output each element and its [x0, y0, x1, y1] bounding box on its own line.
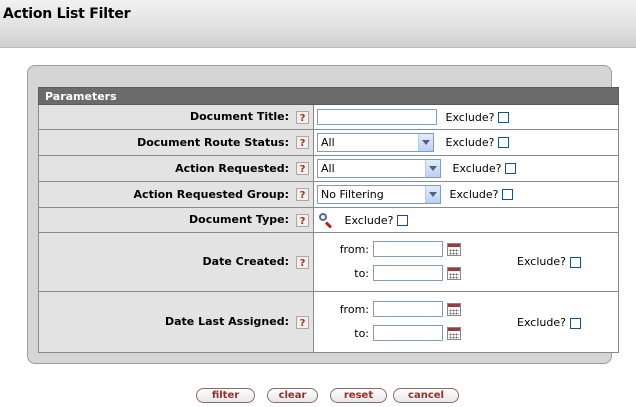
parameters-header: Parameters	[38, 87, 619, 105]
action-requested-group-select[interactable]: No Filtering	[317, 185, 441, 204]
action-requested-select[interactable]: All	[317, 159, 441, 178]
document-title-input[interactable]	[317, 109, 437, 125]
date-created-exclude-checkbox[interactable]	[569, 256, 581, 268]
help-icon[interactable]: ?	[296, 136, 309, 150]
action-requested-value: All	[321, 162, 335, 175]
chevron-down-icon[interactable]	[425, 160, 440, 177]
document-route-status-exclude-checkbox[interactable]	[498, 137, 510, 148]
exclude-label: Exclude?	[445, 110, 495, 124]
row-document-type: Document Type:? Exclude?	[38, 207, 619, 233]
date-created-from-label: from:	[339, 242, 369, 256]
date-last-assigned-exclude-checkbox[interactable]	[569, 317, 581, 329]
help-icon[interactable]: ?	[296, 188, 309, 202]
filter-button[interactable]: filter	[196, 388, 255, 403]
date-created-label: Date Created:	[202, 255, 289, 269]
reset-button[interactable]: reset	[330, 388, 387, 403]
row-document-title: Document Title:? Exclude?	[38, 104, 619, 130]
exclude-label: Exclude?	[449, 188, 499, 201]
document-route-status-label: Document Route Status:	[137, 135, 289, 149]
row-date-last-assigned: Date Last Assigned:? from: to: Exclude?	[38, 291, 619, 353]
calendar-icon[interactable]	[447, 242, 461, 256]
document-title-label: Document Title:	[189, 110, 289, 124]
calendar-icon[interactable]	[447, 302, 461, 316]
row-date-created: Date Created:? from: to: Exclude?	[38, 232, 619, 292]
calendar-icon[interactable]	[447, 266, 461, 280]
date-last-assigned-from-input[interactable]	[373, 301, 443, 317]
row-action-requested: Action Requested:? All Exclude?	[38, 155, 619, 182]
clear-button[interactable]: clear	[267, 388, 318, 403]
chevron-down-icon[interactable]	[425, 186, 440, 203]
parameters-table: Parameters Document Title:? Exclude? Doc…	[38, 87, 619, 353]
page-title: Action List Filter	[3, 6, 131, 22]
chevron-down-icon[interactable]	[418, 134, 433, 151]
row-action-requested-group: Action Requested Group:? No Filtering Ex…	[38, 181, 619, 208]
calendar-icon[interactable]	[447, 326, 461, 340]
help-icon[interactable]: ?	[296, 315, 309, 329]
date-created-from-input[interactable]	[373, 241, 443, 257]
exclude-label: Exclude?	[344, 213, 394, 227]
document-route-status-value: All	[321, 136, 335, 149]
date-created-to-input[interactable]	[373, 265, 443, 281]
action-requested-exclude-checkbox[interactable]	[505, 163, 517, 174]
exclude-label: Exclude?	[445, 136, 495, 149]
date-last-assigned-from-label: from:	[339, 302, 369, 316]
document-type-exclude-checkbox[interactable]	[397, 214, 409, 226]
action-requested-group-value: No Filtering	[321, 188, 384, 201]
action-requested-group-label: Action Requested Group:	[133, 187, 289, 201]
cancel-button[interactable]: cancel	[393, 388, 459, 403]
document-title-exclude-checkbox[interactable]	[498, 111, 510, 123]
action-requested-label: Action Requested:	[175, 161, 289, 175]
help-icon[interactable]: ?	[296, 110, 309, 124]
document-type-label: Document Type:	[189, 213, 289, 227]
help-icon[interactable]: ?	[296, 162, 309, 176]
search-icon[interactable]	[319, 213, 333, 229]
exclude-label: Exclude?	[517, 316, 566, 329]
action-requested-group-exclude-checkbox[interactable]	[502, 189, 514, 200]
row-document-route-status: Document Route Status:? All Exclude?	[38, 129, 619, 156]
document-route-status-select[interactable]: All	[317, 133, 434, 152]
date-last-assigned-label: Date Last Assigned:	[165, 315, 289, 329]
help-icon[interactable]: ?	[296, 213, 309, 227]
date-created-to-label: to:	[354, 266, 369, 280]
help-icon[interactable]: ?	[296, 255, 309, 269]
date-last-assigned-to-label: to:	[354, 326, 369, 340]
exclude-label: Exclude?	[517, 255, 566, 268]
date-last-assigned-to-input[interactable]	[373, 325, 443, 341]
page-header: Action List Filter	[0, 0, 636, 48]
exclude-label: Exclude?	[452, 162, 502, 175]
